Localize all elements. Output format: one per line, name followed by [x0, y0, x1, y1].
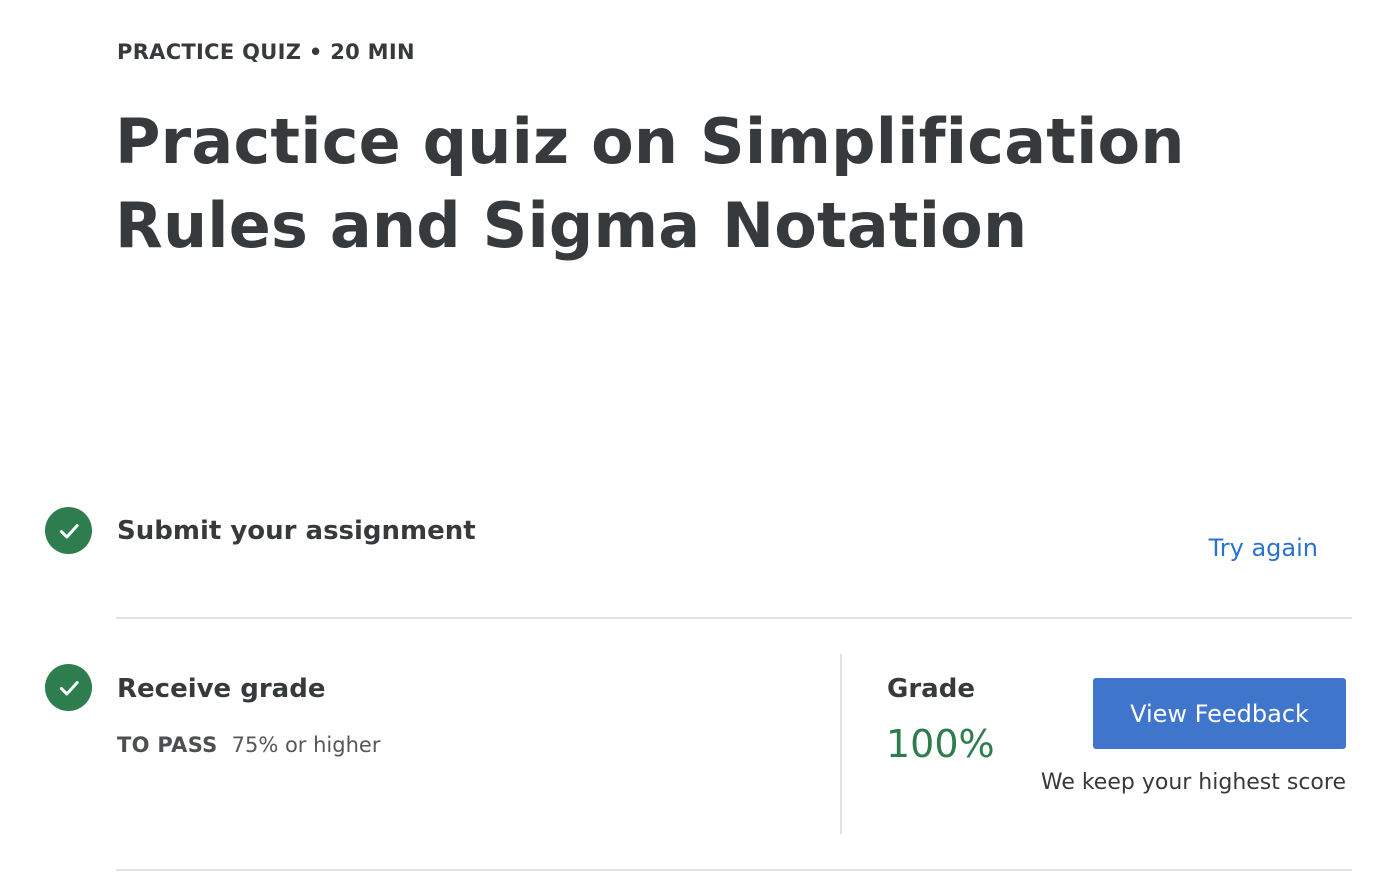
check-circle-icon — [45, 507, 92, 554]
checkmark-icon — [59, 523, 79, 538]
grade-label: Grade — [887, 674, 975, 704]
pass-requirement-value: 75% or higher — [231, 733, 381, 757]
checkmark-icon — [59, 680, 79, 695]
grade-value: 100% — [886, 722, 995, 766]
receive-grade-label: Receive grade — [117, 674, 326, 704]
vertical-divider — [840, 654, 842, 834]
quiz-page: PRACTICE QUIZ • 20 MIN Practice quiz on … — [0, 0, 1386, 876]
divider — [116, 869, 1352, 871]
divider — [116, 617, 1352, 619]
view-feedback-button[interactable]: View Feedback — [1093, 678, 1346, 749]
submit-step-label: Submit your assignment — [117, 516, 476, 546]
page-title: Practice quiz on Simplification Rules an… — [115, 105, 1185, 262]
pass-requirement-key: TO PASS — [117, 733, 218, 757]
item-type-label: PRACTICE QUIZ • 20 MIN — [117, 40, 415, 64]
highest-score-note: We keep your highest score — [1040, 770, 1346, 795]
try-again-link[interactable]: Try again — [1209, 534, 1318, 562]
pass-requirement: TO PASS 75% or higher — [117, 733, 380, 757]
check-circle-icon — [45, 664, 92, 711]
